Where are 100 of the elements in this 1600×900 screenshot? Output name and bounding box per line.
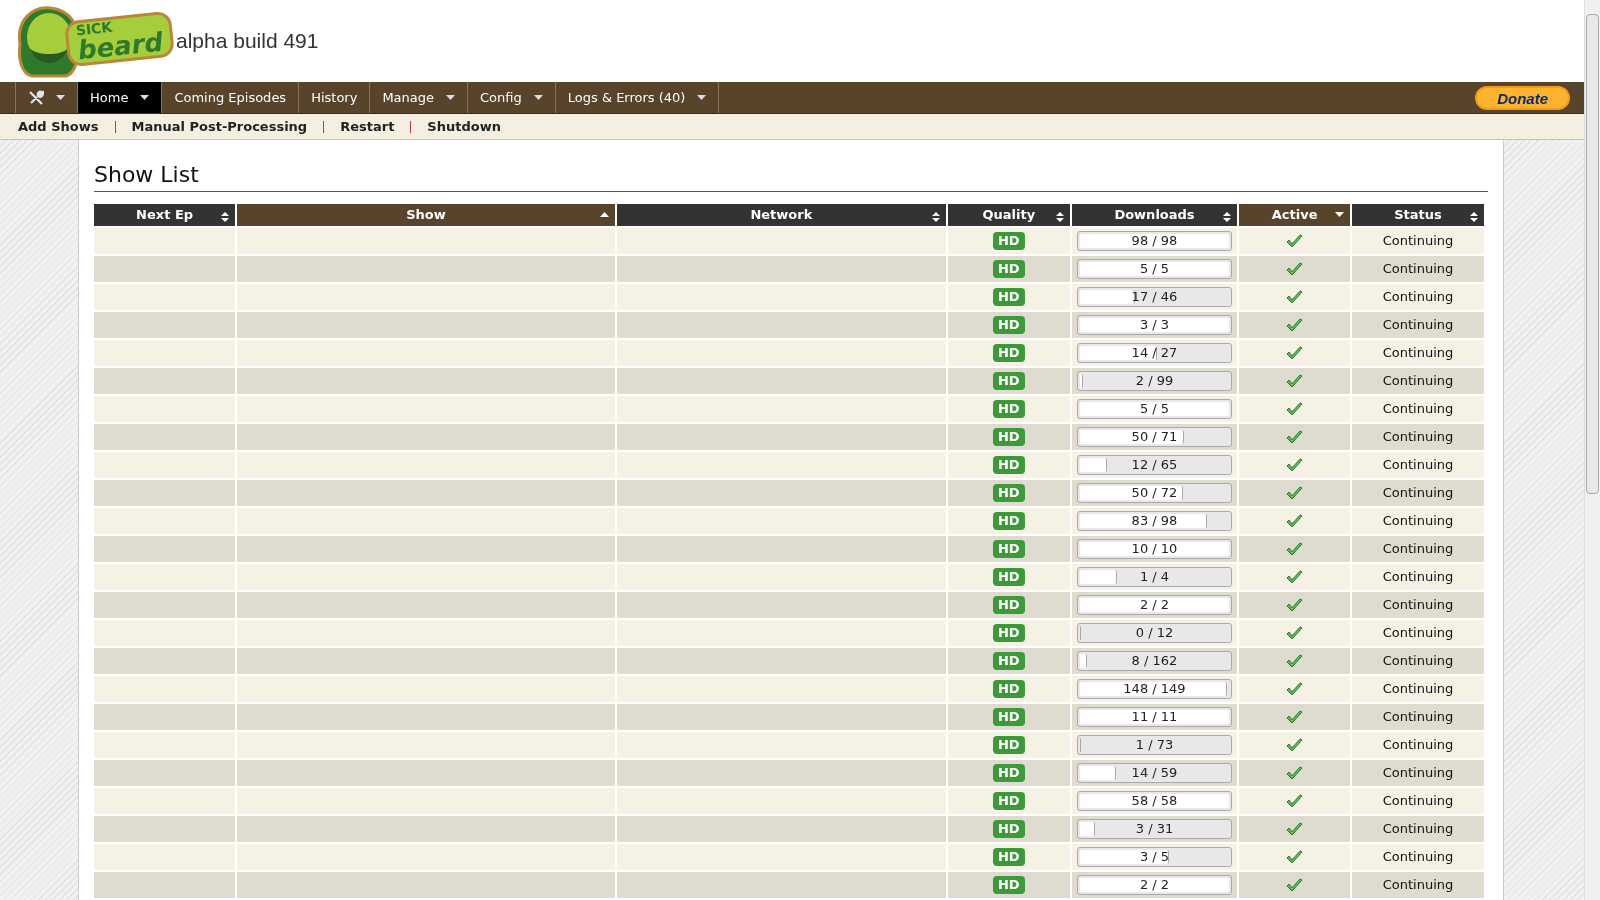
status-text: Continuing	[1382, 457, 1454, 473]
nav-tab[interactable]: Logs & Errors (40)	[555, 82, 720, 113]
quality-badge: HD	[992, 260, 1025, 279]
sort-icon	[1470, 212, 1478, 222]
download-count: 14 / 27	[1130, 344, 1179, 362]
column-header[interactable]: Next Ep	[94, 204, 236, 226]
status-text: Continuing	[1382, 233, 1454, 249]
nav-tab[interactable]: Coming Episodes	[162, 82, 300, 113]
nav-tab[interactable]: History	[299, 82, 371, 113]
quality-badge: HD	[992, 876, 1025, 895]
download-count: 0 / 12	[1134, 624, 1175, 642]
separator	[323, 120, 325, 133]
download-count: 50 / 72	[1130, 484, 1179, 502]
quality-badge: HD	[992, 624, 1025, 643]
subnav-link[interactable]: Shutdown	[427, 116, 501, 137]
status-text: Continuing	[1382, 429, 1454, 445]
column-header[interactable]: Show	[237, 204, 615, 226]
quality-badge: HD	[992, 680, 1025, 699]
quality-badge: HD	[992, 652, 1025, 671]
separator	[410, 120, 412, 133]
download-count: 3 / 31	[1134, 820, 1175, 838]
nav-tab[interactable]: Config	[468, 82, 556, 113]
quality-badge: HD	[992, 596, 1025, 615]
quality-badge: HD	[992, 288, 1025, 307]
download-count: 3 / 3	[1138, 316, 1171, 334]
status-text: Continuing	[1382, 625, 1454, 641]
download-count: 12 / 65	[1130, 456, 1179, 474]
subnav-link[interactable]: Manual Post-Processing	[131, 116, 308, 137]
quality-badge: HD	[992, 764, 1025, 783]
quality-badge: HD	[992, 568, 1025, 587]
download-count: 1 / 73	[1134, 736, 1175, 754]
column-header[interactable]: Active	[1239, 204, 1350, 226]
nav-tab[interactable]: Home	[78, 82, 163, 113]
status-text: Continuing	[1382, 821, 1454, 837]
status-text: Continuing	[1382, 793, 1454, 809]
page-heading: Show List	[94, 160, 1488, 192]
column-header[interactable]: Downloads	[1071, 204, 1238, 226]
scrollbar-thumb[interactable]	[1586, 14, 1599, 494]
sort-icon	[221, 212, 230, 222]
sort-icon	[1223, 212, 1232, 222]
status-text: Continuing	[1382, 261, 1454, 277]
subnav-link[interactable]: Add Shows	[18, 116, 99, 137]
download-count: 50 / 71	[1130, 428, 1179, 446]
version-text: alpha build 491	[176, 28, 319, 55]
quality-badge: HD	[992, 512, 1025, 531]
status-text: Continuing	[1382, 289, 1454, 305]
status-text: Continuing	[1382, 765, 1454, 781]
status-text: Continuing	[1382, 849, 1454, 865]
download-count: 98 / 98	[1130, 232, 1179, 250]
quality-badge: HD	[992, 792, 1025, 811]
quality-badge: HD	[992, 484, 1025, 503]
sort-icon	[1055, 212, 1064, 222]
quality-badge: HD	[992, 820, 1025, 839]
status-text: Continuing	[1382, 541, 1454, 557]
sort-descending-icon	[1334, 212, 1344, 217]
download-count: 5 / 5	[1138, 260, 1171, 278]
subnav-link[interactable]: Restart	[340, 116, 395, 137]
download-count: 58 / 58	[1130, 792, 1179, 810]
download-count: 3 / 5	[1138, 848, 1171, 866]
sort-ascending-icon	[599, 212, 609, 217]
download-count: 10 / 10	[1130, 540, 1179, 558]
nav-tab[interactable]: Manage	[370, 82, 469, 113]
status-text: Continuing	[1382, 513, 1454, 529]
download-count: 11 / 11	[1130, 708, 1179, 726]
download-count: 148 / 149	[1122, 680, 1187, 698]
tools-icon	[28, 89, 44, 106]
status-text: Continuing	[1382, 317, 1454, 333]
status-text: Continuing	[1382, 569, 1454, 585]
scrollbar[interactable]	[1584, 0, 1600, 900]
separator	[114, 120, 116, 133]
download-count: 1 / 4	[1138, 568, 1171, 586]
download-count: 5 / 5	[1138, 400, 1171, 418]
download-count: 2 / 99	[1134, 372, 1175, 390]
sort-icon	[931, 212, 940, 222]
column-header[interactable]: Quality	[947, 204, 1070, 226]
status-text: Continuing	[1382, 653, 1454, 669]
quality-badge: HD	[992, 344, 1025, 363]
column-header[interactable]: Status	[1351, 204, 1484, 226]
quality-badge: HD	[992, 232, 1025, 251]
column-header[interactable]: Network	[616, 204, 946, 226]
quality-badge: HD	[992, 708, 1025, 727]
download-count: 83 / 98	[1130, 512, 1179, 530]
download-count: 2 / 2	[1138, 596, 1171, 614]
donate-button[interactable]: Donate	[1475, 85, 1570, 110]
status-text: Continuing	[1382, 345, 1454, 361]
quality-badge: HD	[992, 540, 1025, 559]
status-text: Continuing	[1382, 681, 1454, 697]
quality-badge: HD	[992, 428, 1025, 447]
quality-badge: HD	[992, 372, 1025, 391]
download-count: 17 / 46	[1130, 288, 1179, 306]
quality-badge: HD	[992, 848, 1025, 867]
status-text: Continuing	[1382, 597, 1454, 613]
quality-badge: HD	[992, 400, 1025, 419]
download-count: 8 / 162	[1130, 652, 1179, 670]
status-text: Continuing	[1382, 485, 1454, 501]
download-count: 2 / 2	[1138, 876, 1171, 894]
status-text: Continuing	[1382, 373, 1454, 389]
quality-badge: HD	[992, 456, 1025, 475]
quality-badge: HD	[992, 316, 1025, 335]
download-count: 14 / 59	[1130, 764, 1179, 782]
